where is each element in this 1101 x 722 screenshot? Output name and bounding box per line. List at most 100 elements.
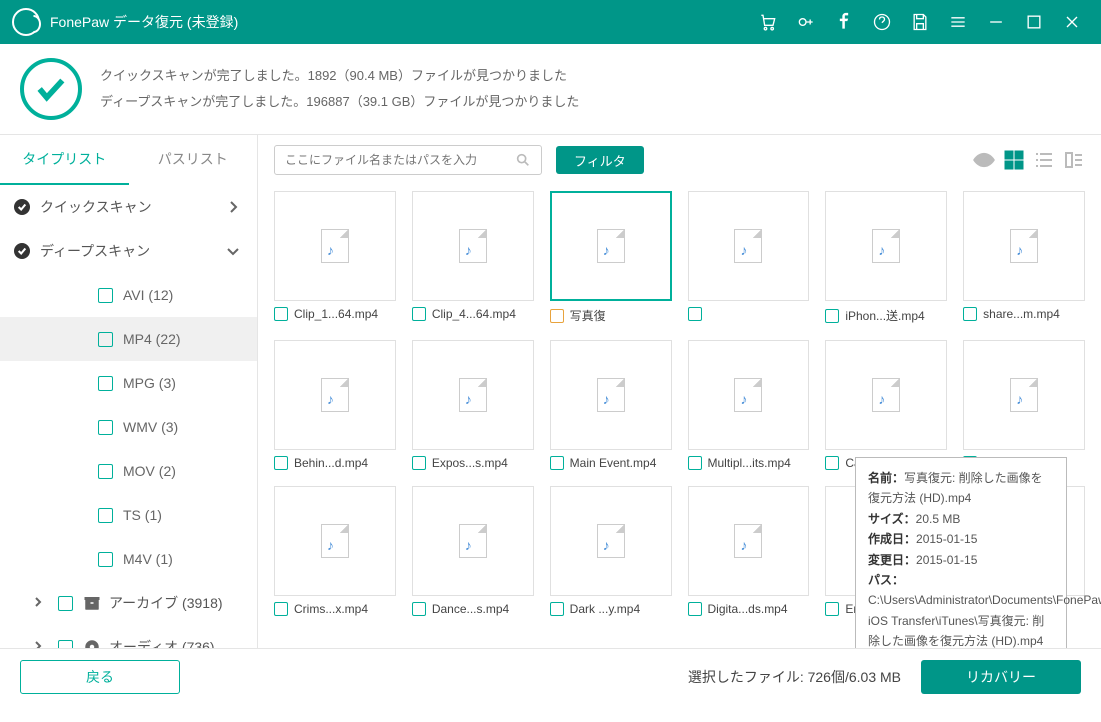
file-thumbnail[interactable] (825, 340, 947, 450)
type-mov[interactable]: MOV (2) (0, 449, 257, 493)
file-item[interactable] (688, 191, 810, 330)
main-panel: フィルタ Clip_1...64.mp4Clip_4...64.mp4写真復 iP… (258, 134, 1101, 648)
group-archive[interactable]: アーカイブ (3918) (0, 581, 257, 625)
checkbox[interactable] (412, 456, 426, 470)
close-button[interactable] (1055, 5, 1089, 39)
file-item[interactable]: Dark ...y.mp4 (550, 486, 672, 622)
detail-view-icon[interactable] (1063, 149, 1085, 171)
checkbox[interactable] (550, 602, 564, 616)
file-item[interactable]: Multipl...its.mp4 (688, 340, 810, 476)
file-thumbnail[interactable] (550, 340, 672, 450)
checkbox[interactable] (688, 456, 702, 470)
file-item[interactable]: iPhon...送.mp4 (825, 191, 947, 330)
checkbox[interactable] (825, 456, 839, 470)
file-thumbnail[interactable] (550, 486, 672, 596)
file-thumbnail[interactable] (274, 486, 396, 596)
file-item[interactable]: Digita...ds.mp4 (688, 486, 810, 622)
tree-deep-scan[interactable]: ディープスキャン (0, 229, 257, 273)
group-audio[interactable]: オーディオ (736) (0, 625, 257, 648)
checkbox[interactable] (688, 602, 702, 616)
recover-button[interactable]: リカバリー (921, 660, 1081, 694)
file-thumbnail[interactable] (412, 191, 534, 301)
checkbox[interactable] (412, 307, 426, 321)
type-ts[interactable]: TS (1) (0, 493, 257, 537)
file-thumbnail[interactable] (963, 191, 1085, 301)
file-thumbnail[interactable] (550, 191, 672, 301)
file-item[interactable]: Clip_1...64.mp4 (274, 191, 396, 330)
checkbox[interactable] (274, 602, 288, 616)
checkbox[interactable] (274, 307, 288, 321)
type-wmv[interactable]: WMV (3) (0, 405, 257, 449)
file-thumbnail[interactable] (412, 486, 534, 596)
chevron-right-icon (223, 200, 243, 214)
file-name: Crims...x.mp4 (294, 602, 368, 616)
tab-path-list[interactable]: パスリスト (129, 135, 258, 185)
checkbox[interactable] (98, 288, 113, 303)
key-icon[interactable] (789, 5, 823, 39)
grid-view-icon[interactable] (1003, 149, 1025, 171)
checkbox[interactable] (688, 307, 702, 321)
help-icon[interactable] (865, 5, 899, 39)
checkbox[interactable] (825, 309, 839, 323)
checkbox[interactable] (274, 456, 288, 470)
file-thumbnail[interactable] (274, 191, 396, 301)
cart-icon[interactable] (751, 5, 785, 39)
file-item[interactable]: Clip_4...64.mp4 (412, 191, 534, 330)
file-item[interactable]: Expos...s.mp4 (412, 340, 534, 476)
file-thumbnail[interactable] (963, 340, 1085, 450)
video-file-icon (321, 524, 349, 558)
checkbox[interactable] (550, 309, 564, 323)
type-m4v[interactable]: M4V (1) (0, 537, 257, 581)
file-item[interactable]: Clear ...ce.mp4 (963, 340, 1085, 476)
minimize-button[interactable] (979, 5, 1013, 39)
checkbox[interactable] (58, 640, 73, 649)
filter-button[interactable]: フィルタ (556, 146, 644, 174)
checkbox[interactable] (98, 464, 113, 479)
type-mp4[interactable]: MP4 (22) (0, 317, 257, 361)
video-file-icon (321, 378, 349, 412)
video-file-icon (597, 378, 625, 412)
preview-toggle-icon[interactable] (973, 149, 995, 171)
type-mpg[interactable]: MPG (3) (0, 361, 257, 405)
file-tree: クイックスキャン ディープスキャン AVI (12) MP4 (22) MPG … (0, 185, 257, 648)
tab-type-list[interactable]: タイプリスト (0, 135, 129, 185)
checkbox[interactable] (98, 332, 113, 347)
checkbox[interactable] (98, 508, 113, 523)
facebook-icon[interactable] (827, 5, 861, 39)
video-file-icon (872, 378, 900, 412)
search-input[interactable] (285, 153, 515, 167)
file-item[interactable]: share...m.mp4 (963, 191, 1085, 330)
file-thumbnail[interactable] (688, 191, 810, 301)
type-avi[interactable]: AVI (12) (0, 273, 257, 317)
checkbox[interactable] (98, 420, 113, 435)
checkbox[interactable] (963, 307, 977, 321)
tree-quick-scan[interactable]: クイックスキャン (0, 185, 257, 229)
checkbox[interactable] (550, 456, 564, 470)
save-icon[interactable] (903, 5, 937, 39)
checkbox[interactable] (98, 552, 113, 567)
file-item[interactable]: Callin...ts.mp4 (825, 340, 947, 476)
maximize-button[interactable] (1017, 5, 1051, 39)
app-title: FonePaw データ復元 (未登録) (50, 12, 238, 32)
file-grid: Clip_1...64.mp4Clip_4...64.mp4写真復 iPhon..… (258, 185, 1101, 648)
selection-info: 選択したファイル: 726個/6.03 MB (688, 667, 901, 687)
file-thumbnail[interactable] (825, 191, 947, 301)
back-button[interactable]: 戻る (20, 660, 180, 694)
menu-icon[interactable] (941, 5, 975, 39)
checkbox[interactable] (98, 376, 113, 391)
file-item[interactable]: Dance...s.mp4 (412, 486, 534, 622)
archive-icon (83, 594, 101, 612)
file-item[interactable]: Crims...x.mp4 (274, 486, 396, 622)
checkbox[interactable] (412, 602, 426, 616)
file-thumbnail[interactable] (412, 340, 534, 450)
checkbox[interactable] (58, 596, 73, 611)
checkbox[interactable] (825, 602, 839, 616)
file-thumbnail[interactable] (688, 340, 810, 450)
list-view-icon[interactable] (1033, 149, 1055, 171)
file-thumbnail[interactable] (688, 486, 810, 596)
file-thumbnail[interactable] (274, 340, 396, 450)
file-item[interactable]: Main Event.mp4 (550, 340, 672, 476)
file-item[interactable]: 写真復 (550, 191, 672, 330)
search-icon[interactable] (515, 152, 531, 168)
file-item[interactable]: Behin...d.mp4 (274, 340, 396, 476)
